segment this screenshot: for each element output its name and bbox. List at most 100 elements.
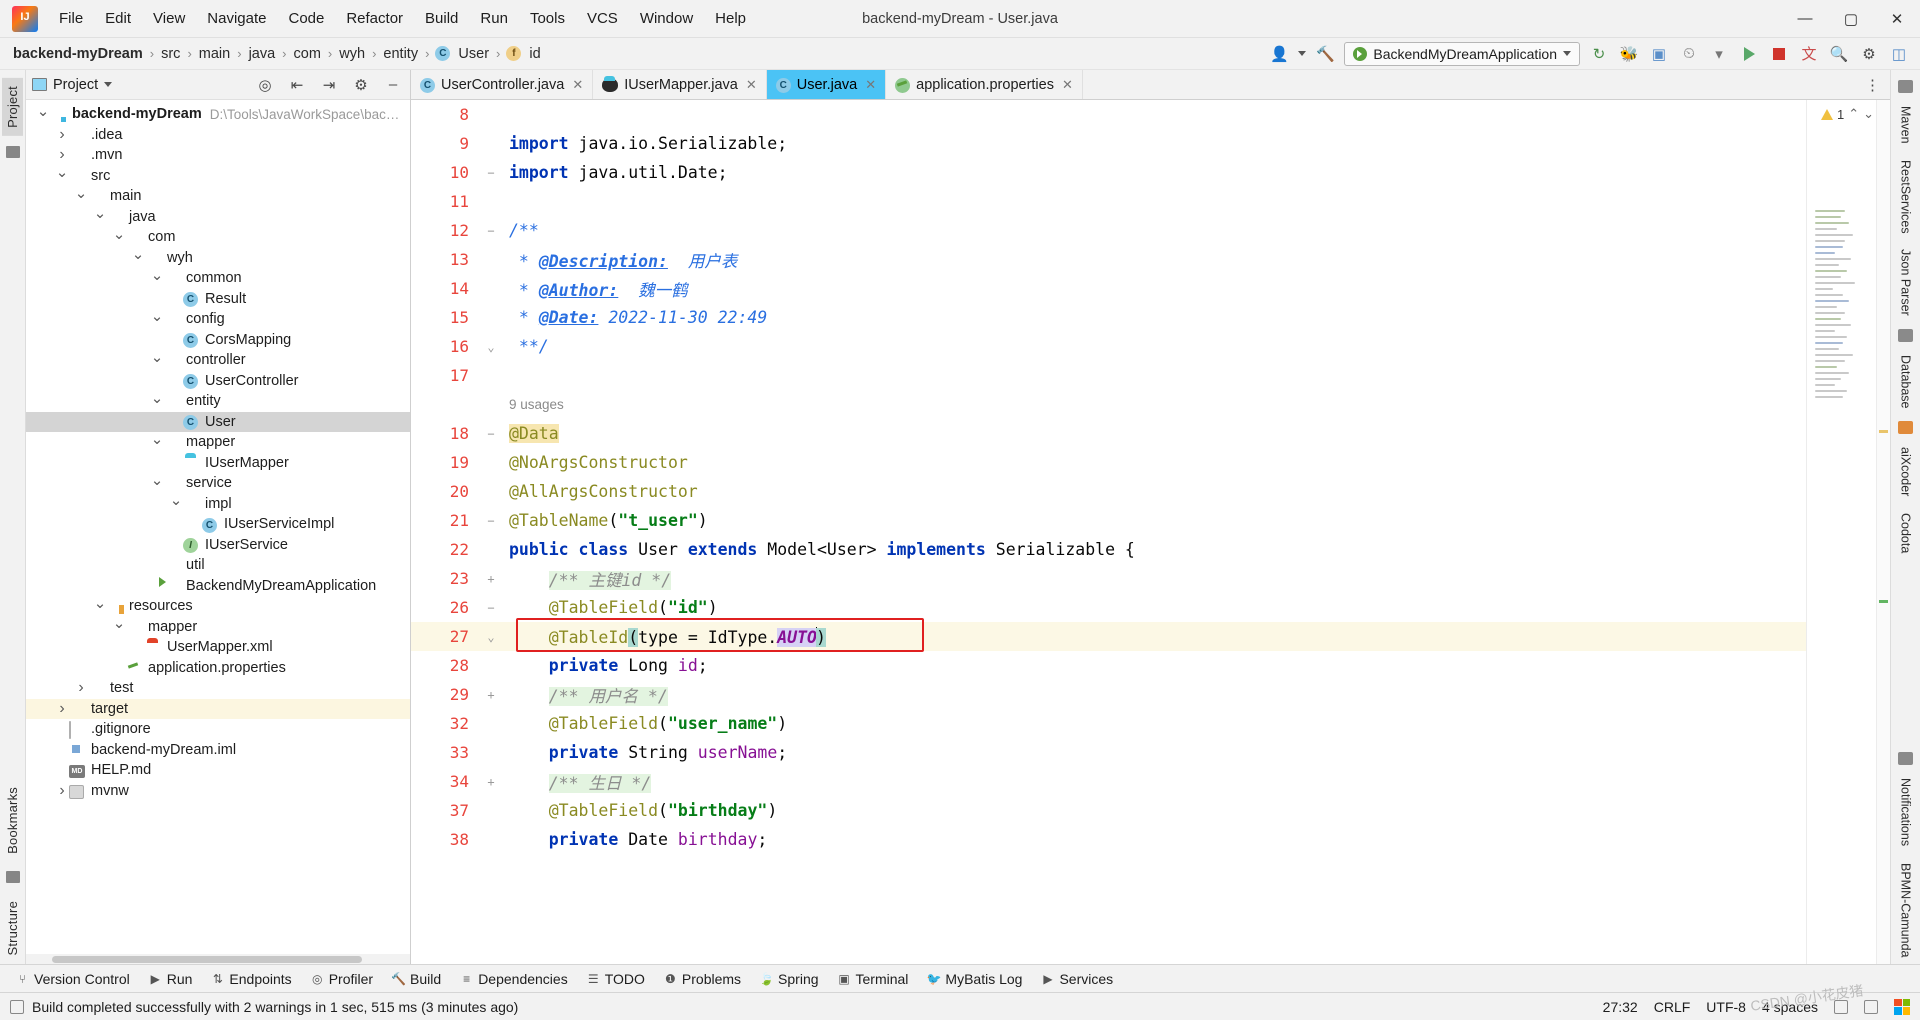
chevron-down-icon[interactable] <box>112 230 126 245</box>
menu-item-tools[interactable]: Tools <box>519 6 576 31</box>
debug-icon[interactable]: 🐝 <box>1618 43 1640 65</box>
tool-window-services[interactable]: ▶ Services <box>1033 969 1121 989</box>
tree-item-entity[interactable]: entity <box>26 391 410 412</box>
tree-item-backendmydreamapplication[interactable]: BackendMyDreamApplication <box>26 576 410 597</box>
tree-item--gitignore[interactable]: .gitignore <box>26 719 410 740</box>
chevron-down-icon[interactable] <box>104 82 113 87</box>
caret-position[interactable]: 27:32 <box>1603 999 1638 1015</box>
chevron-right-icon[interactable] <box>55 701 69 717</box>
chevron-down-icon[interactable] <box>112 619 126 634</box>
tree-item-service[interactable]: service <box>26 473 410 494</box>
menu-item-navigate[interactable]: Navigate <box>196 6 277 31</box>
chevron-down-icon[interactable] <box>150 394 164 409</box>
chevron-down-icon[interactable]: ⌄ <box>1863 106 1874 122</box>
menu-item-view[interactable]: View <box>142 6 196 31</box>
minimize-button[interactable]: — <box>1782 0 1828 38</box>
inspection-icon[interactable] <box>1864 999 1878 1014</box>
chevron-right-icon[interactable] <box>55 783 69 799</box>
menu-item-edit[interactable]: Edit <box>94 6 142 31</box>
menu-item-build[interactable]: Build <box>414 6 469 31</box>
sidebar-item-codota[interactable]: Codota <box>1897 506 1915 560</box>
line-separator[interactable]: CRLF <box>1654 999 1691 1015</box>
run-configuration-selector[interactable]: BackendMyDreamApplication <box>1344 41 1580 66</box>
lock-icon[interactable] <box>1834 999 1848 1014</box>
tool-window-version-control[interactable]: ⑂ Version Control <box>8 969 138 989</box>
chevron-down-icon[interactable] <box>93 599 107 614</box>
tool-window-dependencies[interactable]: ≡ Dependencies <box>452 969 576 989</box>
maximize-button[interactable]: ▢ <box>1828 0 1874 38</box>
project-tree[interactable]: backend-myDream D:\Tools\JavaWorkSpace\ba… <box>26 100 410 954</box>
tool-window-spring[interactable]: 🍃 Spring <box>752 969 826 989</box>
fold-marker[interactable]: + <box>481 572 501 586</box>
breadcrumb-item-id[interactable]: id <box>526 45 543 63</box>
chevron-down-icon[interactable] <box>74 189 88 204</box>
code-content[interactable]: 8 9 import java.io.Serializable; 10− import … <box>411 100 1806 964</box>
chevron-down-icon[interactable] <box>150 435 164 450</box>
tree-item-user[interactable]: C User <box>26 411 410 432</box>
fold-marker[interactable]: − <box>481 514 501 528</box>
tree-item-config[interactable]: config <box>26 309 410 330</box>
fold-marker[interactable]: − <box>481 224 501 238</box>
tree-item-backend-mydream[interactable]: backend-myDream D:\Tools\JavaWorkSpace\ba… <box>26 104 410 125</box>
stop-icon[interactable] <box>1768 43 1790 65</box>
sidebar-item-structure[interactable]: Structure <box>2 893 23 964</box>
tab-user-java[interactable]: C User.java ✕ <box>766 70 887 99</box>
close-icon[interactable]: ✕ <box>746 77 757 93</box>
breadcrumb-item-src[interactable]: src <box>158 45 183 63</box>
breadcrumb-item-project[interactable]: backend-myDream <box>10 45 146 63</box>
chevron-right-icon[interactable] <box>74 680 88 696</box>
tab-iusermapper-java[interactable]: IUserMapper.java ✕ <box>593 70 767 99</box>
breadcrumb-item-user[interactable]: User <box>455 45 492 63</box>
search-icon[interactable]: 🔍 <box>1828 43 1850 65</box>
menu-item-vcs[interactable]: VCS <box>576 6 629 31</box>
sidebar-item-project[interactable]: Project <box>2 78 23 136</box>
maven-icon[interactable] <box>1898 80 1913 93</box>
tree-item-impl[interactable]: impl <box>26 494 410 515</box>
tree-item-main[interactable]: main <box>26 186 410 207</box>
tree-item-usermapper-xml[interactable]: UserMapper.xml <box>26 637 410 658</box>
close-button[interactable]: ✕ <box>1874 0 1920 38</box>
tool-window-problems[interactable]: ❶ Problems <box>656 969 749 989</box>
breadcrumb-item-wyh[interactable]: wyh <box>336 45 368 63</box>
chevron-down-icon[interactable] <box>131 250 145 265</box>
sidebar-item-json-parser[interactable]: Json Parser <box>1897 242 1915 323</box>
tree-item-mapper[interactable]: mapper <box>26 432 410 453</box>
tree-item-wyh[interactable]: wyh <box>26 248 410 269</box>
hide-icon[interactable]: – <box>382 74 404 96</box>
chevron-down-icon[interactable] <box>150 476 164 491</box>
account-icon[interactable]: 👤 <box>1268 43 1290 65</box>
tool-window-endpoints[interactable]: ⇅ Endpoints <box>203 969 299 989</box>
chevron-down-icon[interactable] <box>93 209 107 224</box>
menu-item-help[interactable]: Help <box>704 6 757 31</box>
tree-item-common[interactable]: common <box>26 268 410 289</box>
chevron-right-icon[interactable] <box>55 127 69 143</box>
fold-marker[interactable]: ⌄ <box>481 340 501 354</box>
indent-setting[interactable]: 4 spaces <box>1762 999 1818 1015</box>
collapse-all-icon[interactable]: ⇤ <box>286 74 308 96</box>
chevron-down-icon[interactable] <box>36 107 50 122</box>
tree-item-backend-mydream-iml[interactable]: backend-myDream.iml <box>26 740 410 761</box>
tree-item-com[interactable]: com <box>26 227 410 248</box>
sidebar-item-database[interactable]: Database <box>1897 348 1915 416</box>
tree-item-target[interactable]: target <box>26 698 410 719</box>
chevron-down-icon[interactable] <box>1298 51 1307 56</box>
run-icon[interactable] <box>1738 43 1760 65</box>
chevron-down-icon[interactable] <box>169 496 183 511</box>
sync-icon[interactable]: ↻ <box>1588 43 1610 65</box>
warning-indicator[interactable]: 1 ⌃ ⌄ <box>1820 106 1874 122</box>
aixcoder-icon[interactable] <box>1898 421 1913 435</box>
breadcrumb-item-main[interactable]: main <box>196 45 233 63</box>
tree-item-resources[interactable]: resources <box>26 596 410 617</box>
tree-item-iusermapper[interactable]: IUserMapper <box>26 453 410 474</box>
menu-item-file[interactable]: File <box>48 6 94 31</box>
tree-item-mvnw[interactable]: mvnw <box>26 781 410 802</box>
editor-tabs-more[interactable]: ⋮ <box>1855 70 1890 99</box>
chevron-up-icon[interactable]: ⌃ <box>1848 106 1859 122</box>
project-horizontal-scrollbar[interactable] <box>26 954 410 964</box>
sidebar-item-bpmn-camunda[interactable]: BPMN-Camunda <box>1897 856 1915 964</box>
sidebar-item-aixcoder[interactable]: aiXcoder <box>1897 440 1915 503</box>
breadcrumb-item-com[interactable]: com <box>291 45 324 63</box>
sidebar-item-bookmarks[interactable]: Bookmarks <box>2 779 23 862</box>
hammer-icon[interactable]: 🔨 <box>1314 43 1336 65</box>
tool-window-build[interactable]: 🔨 Build <box>384 969 449 989</box>
